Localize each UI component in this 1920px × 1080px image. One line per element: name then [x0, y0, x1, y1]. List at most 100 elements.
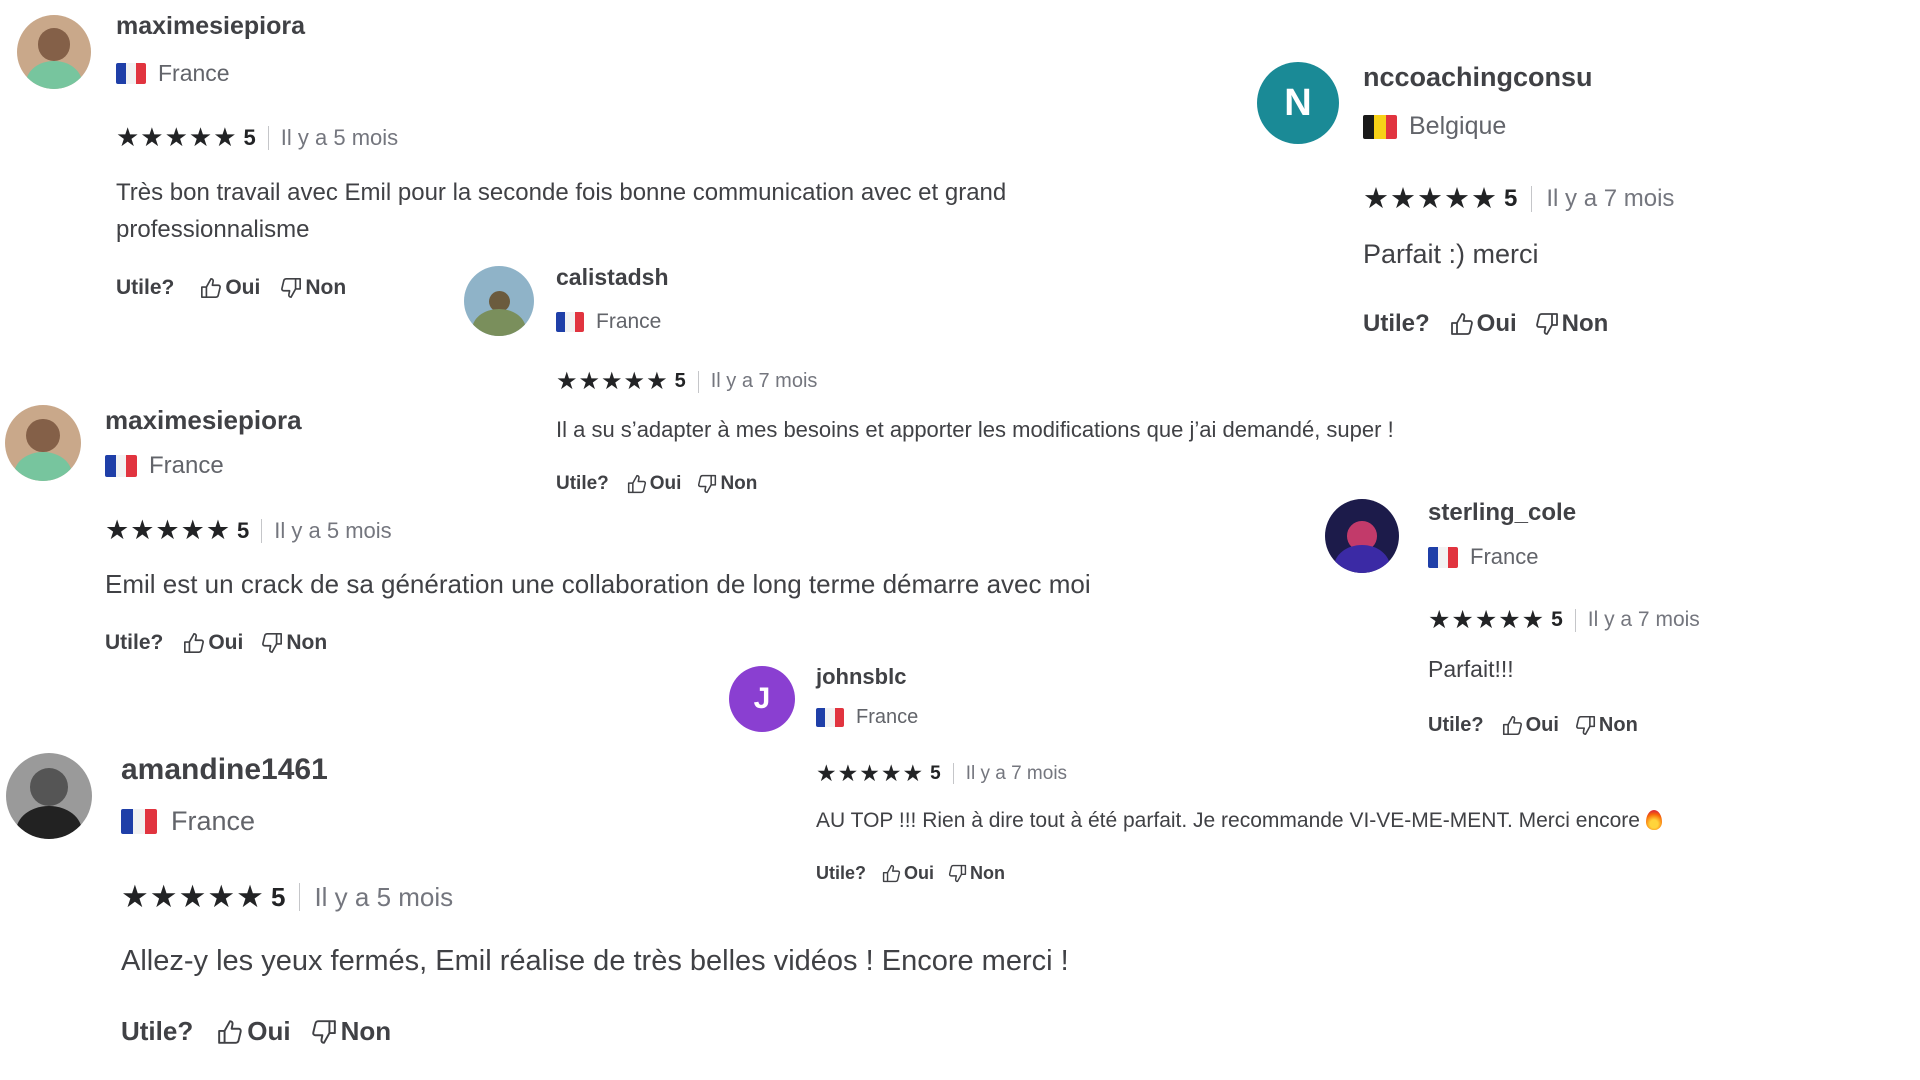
- fire-emoji-icon: [1645, 810, 1662, 830]
- france-flag-icon: [121, 809, 157, 834]
- rating-value: 5: [243, 124, 256, 150]
- divider: [261, 518, 263, 543]
- country-label: France: [149, 452, 224, 479]
- helpful-no-label: Non: [305, 276, 347, 299]
- divider: [267, 125, 269, 150]
- country-label: France: [158, 60, 230, 86]
- review-text-line: Très bon travail avec Emil pour la secon…: [116, 179, 1007, 206]
- helpful-yes-button[interactable]: Oui: [217, 1016, 291, 1047]
- review-text-line: Allez-y les yeux fermés, Emil réalise de…: [121, 945, 1069, 977]
- star-rating-icon: ★★★★★: [116, 122, 238, 152]
- helpful-yes-button[interactable]: Oui: [200, 276, 260, 300]
- avatar[interactable]: J: [729, 666, 795, 732]
- reviewer-username[interactable]: maximesiepiora: [116, 12, 305, 41]
- helpful-row: Utile? Oui Non: [105, 631, 327, 655]
- rating-row: ★★★★★ 5 Il y a 5 mois: [121, 879, 453, 915]
- review-text: Très bon travail avec Emil pour la secon…: [116, 174, 1006, 248]
- rating-value: 5: [1504, 184, 1518, 212]
- rating-value: 5: [674, 370, 686, 392]
- review-text-line: professionnalisme: [116, 216, 310, 243]
- review-text: Emil est un crack de sa génération une c…: [105, 567, 1091, 601]
- review-time: Il y a 5 mois: [274, 517, 392, 543]
- star-rating-icon: ★★★★★: [556, 368, 669, 395]
- france-flag-icon: [116, 63, 146, 84]
- rating-row: ★★★★★ 5 Il y a 5 mois: [105, 515, 392, 546]
- country-label: France: [1470, 544, 1539, 569]
- divider: [299, 883, 301, 911]
- avatar[interactable]: [5, 405, 81, 481]
- reviewer-username[interactable]: calistadsh: [556, 264, 669, 291]
- belgium-flag-icon: [1363, 114, 1397, 139]
- france-flag-icon: [1428, 546, 1458, 568]
- review-card: maximesiepiora France ★★★★★ 5 Il y a 5 m…: [0, 395, 1180, 675]
- thumbs-down-icon: [281, 278, 302, 298]
- rating-row: ★★★★★ 5 Il y a 5 mois: [116, 122, 398, 153]
- divider: [1531, 185, 1533, 212]
- reviewer-country: France: [105, 452, 224, 480]
- helpful-yes-button[interactable]: Oui: [183, 631, 243, 655]
- helpful-no-button[interactable]: Non: [280, 276, 346, 300]
- helpful-label: Utile?: [116, 276, 175, 299]
- rating-value: 5: [237, 517, 250, 543]
- rating-row: ★★★★★ 5 Il y a 7 mois: [556, 367, 817, 396]
- rating-value: 5: [1551, 608, 1563, 631]
- review-text-line: Emil est un crack de sa génération une c…: [105, 569, 1091, 599]
- reviewer-username[interactable]: sterling_cole: [1428, 499, 1576, 527]
- thumbs-down-icon: [262, 633, 283, 653]
- avatar-initial: N: [1284, 81, 1312, 124]
- avatar[interactable]: N: [1257, 62, 1339, 144]
- helpful-yes-label: Oui: [225, 276, 261, 299]
- helpful-row: Utile? Oui Non: [116, 276, 346, 300]
- avatar[interactable]: [464, 266, 534, 336]
- helpful-no-button[interactable]: Non: [261, 631, 327, 655]
- helpful-row: Utile? Oui Non: [121, 1016, 391, 1047]
- review-card: amandine1461 France ★★★★★ 5 Il y a 5 moi…: [0, 745, 1180, 1075]
- avatar[interactable]: [1325, 499, 1399, 573]
- helpful-label: Utile?: [121, 1016, 194, 1046]
- star-rating-icon: ★★★★★: [1363, 183, 1498, 215]
- reviewer-country: France: [816, 706, 918, 729]
- reviewer-username[interactable]: amandine1461: [121, 753, 328, 787]
- avatar[interactable]: [6, 753, 92, 839]
- review-time: Il y a 7 mois: [710, 370, 818, 392]
- rating-row: ★★★★★ 5 Il y a 7 mois: [1363, 181, 1674, 216]
- thumbs-up-icon: [201, 278, 222, 298]
- star-rating-icon: ★★★★★: [121, 879, 265, 914]
- reviewer-country: France: [1428, 544, 1538, 570]
- review-time: Il y a 7 mois: [1587, 608, 1700, 631]
- divider: [697, 370, 699, 393]
- helpful-yes-label: Oui: [247, 1016, 291, 1046]
- rating-value: 5: [270, 881, 286, 912]
- thumbs-down-icon: [311, 1019, 336, 1044]
- star-rating-icon: ★★★★★: [105, 515, 232, 545]
- thumbs-up-icon: [184, 633, 205, 653]
- thumbs-up-icon: [218, 1019, 242, 1044]
- france-flag-icon: [556, 312, 584, 332]
- divider: [1574, 608, 1576, 632]
- helpful-no-label: Non: [286, 631, 328, 654]
- review-time: Il y a 5 mois: [314, 881, 454, 912]
- reviewer-country: Belgique: [1363, 112, 1506, 141]
- reviewer-country: France: [556, 310, 661, 334]
- reviewer-username[interactable]: maximesiepiora: [105, 405, 302, 436]
- star-rating-icon: ★★★★★: [1428, 606, 1546, 634]
- avatar-initial: J: [753, 682, 771, 715]
- helpful-no-button[interactable]: Non: [311, 1016, 392, 1047]
- helpful-no-label: Non: [340, 1016, 392, 1046]
- rating-row: ★★★★★ 5 Il y a 7 mois: [1428, 605, 1700, 635]
- country-label: France: [596, 310, 662, 333]
- france-flag-icon: [105, 455, 137, 477]
- avatar[interactable]: [17, 15, 91, 89]
- country-label: France: [171, 806, 256, 836]
- france-flag-icon: [816, 708, 844, 727]
- helpful-label: Utile?: [105, 631, 164, 654]
- reviewer-country: France: [116, 60, 230, 87]
- review-time: Il y a 5 mois: [280, 124, 399, 150]
- helpful-yes-label: Oui: [208, 631, 244, 654]
- reviewer-username[interactable]: nccoachingconsu: [1363, 62, 1593, 93]
- country-label: Belgique: [1409, 112, 1507, 140]
- reviewer-username[interactable]: johnsblc: [816, 664, 906, 690]
- reviewer-country: France: [121, 806, 255, 837]
- review-text: Allez-y les yeux fermés, Emil réalise de…: [121, 942, 1069, 980]
- review-time: Il y a 7 mois: [1546, 184, 1675, 212]
